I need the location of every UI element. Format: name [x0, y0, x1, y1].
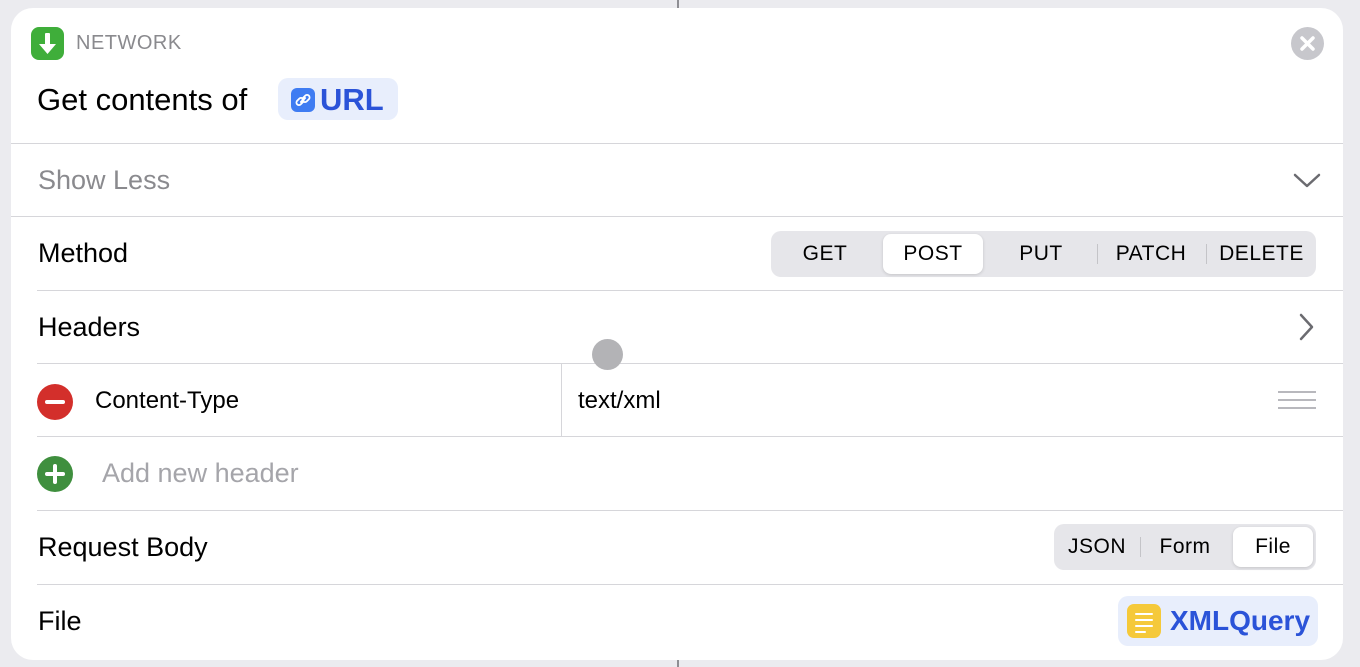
- request-body-label: Request Body: [38, 532, 208, 562]
- file-variable-token[interactable]: XMLQuery: [1118, 596, 1318, 646]
- drag-handle-icon[interactable]: [1278, 391, 1316, 411]
- remove-header-button[interactable]: [37, 384, 73, 420]
- method-option-delete[interactable]: DELETE: [1207, 231, 1316, 277]
- link-icon: [291, 88, 315, 112]
- method-option-get[interactable]: GET: [771, 231, 879, 277]
- body-option-file[interactable]: File: [1233, 527, 1313, 567]
- column-separator: [561, 364, 562, 436]
- divider: [37, 510, 1343, 511]
- header-key-field[interactable]: Content-Type: [95, 387, 239, 415]
- method-option-patch[interactable]: PATCH: [1098, 231, 1204, 277]
- show-less-row[interactable]: Show Less: [11, 144, 1343, 216]
- method-option-post[interactable]: POST: [883, 234, 983, 274]
- chevron-down-icon: [1293, 173, 1321, 188]
- chevron-right-icon: [1299, 313, 1314, 341]
- url-variable-token[interactable]: URL: [278, 78, 398, 120]
- divider: [37, 363, 1343, 364]
- close-icon: [1300, 36, 1315, 51]
- add-header-field[interactable]: Add new header: [102, 458, 299, 489]
- divider: [37, 436, 1343, 437]
- headers-row[interactable]: Headers: [11, 291, 1343, 363]
- divider: [11, 216, 1343, 217]
- background-divider-bottom: [677, 660, 679, 667]
- touch-indicator: [592, 339, 623, 370]
- divider: [37, 584, 1343, 585]
- background-divider-top: [677, 0, 679, 8]
- headers-label: Headers: [38, 312, 141, 342]
- file-token-label: XMLQuery: [1170, 605, 1311, 636]
- show-less-label: Show Less: [38, 165, 171, 195]
- download-arrow-icon: [31, 27, 64, 60]
- request-body-segmented-control: JSON Form File: [1054, 524, 1316, 570]
- action-category: NETWORK: [76, 32, 182, 54]
- url-token-label: URL: [320, 82, 384, 117]
- document-icon: [1127, 604, 1161, 638]
- method-label: Method: [38, 238, 129, 268]
- body-option-json[interactable]: JSON: [1054, 524, 1140, 570]
- action-title: Get contents of: [37, 82, 248, 117]
- header-value-field[interactable]: text/xml: [578, 387, 661, 415]
- body-option-form[interactable]: Form: [1141, 524, 1229, 570]
- close-button[interactable]: [1291, 27, 1324, 60]
- method-option-put[interactable]: PUT: [987, 231, 1095, 277]
- method-segmented-control: GET POST PUT PATCH DELETE: [771, 231, 1316, 277]
- action-card: NETWORK Get contents of URL Show Less Me…: [11, 8, 1343, 660]
- add-header-button[interactable]: [37, 456, 73, 492]
- file-label: File: [38, 606, 82, 636]
